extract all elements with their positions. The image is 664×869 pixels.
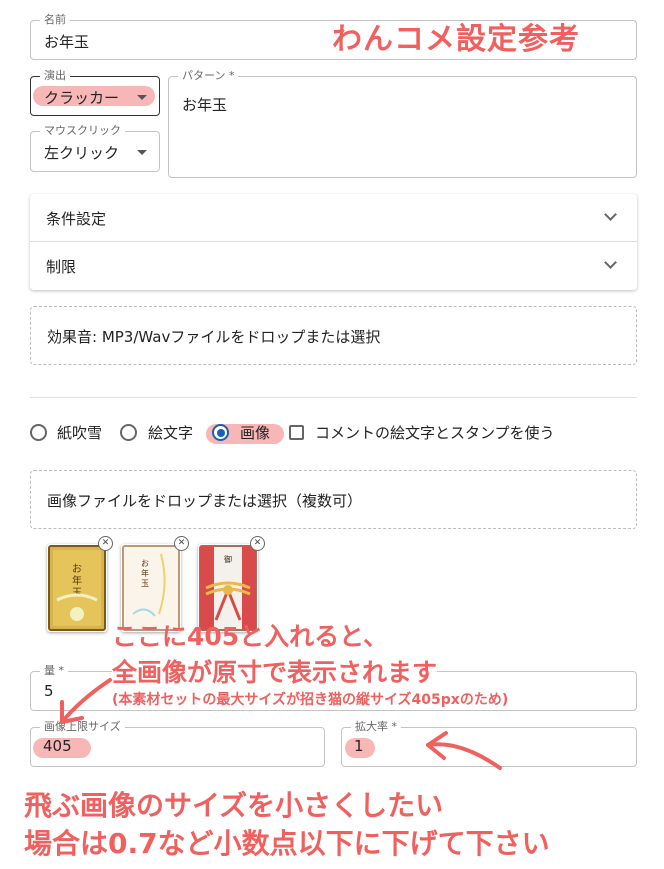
scale-field-value: 1 — [354, 737, 364, 755]
chevron-down-icon — [604, 256, 617, 269]
radio-image[interactable] — [212, 424, 229, 441]
image-dropzone[interactable]: 画像ファイルをドロップまたは選択（複数可） — [30, 470, 637, 529]
sound-dropzone[interactable]: 効果音: MP3/Wavファイルをドロップまたは選択 — [30, 306, 637, 365]
remove-thumbnail-3-icon[interactable]: ✕ — [250, 536, 265, 551]
svg-text:玉: 玉 — [141, 579, 149, 588]
accordion-limits-label: 制限 — [46, 258, 77, 276]
remove-thumbnail-1-icon[interactable]: ✕ — [98, 536, 113, 551]
scale-field-label: 拡大率 * — [351, 720, 401, 734]
annotation-note2-line2: 場合は0.7など小数点以下に下げて下さい — [24, 827, 550, 860]
svg-text:御: 御 — [224, 554, 232, 564]
mouse-click-select-label: マウスクリック — [40, 124, 125, 138]
mouse-click-select-value: 左クリック — [44, 144, 120, 162]
mouse-click-select[interactable]: マウスクリック 左クリック — [30, 124, 160, 172]
use-comment-emoji-label: コメントの絵文字とスタンプを使う — [315, 424, 555, 442]
max-size-field-value: 405 — [43, 737, 72, 755]
svg-text:お: お — [141, 559, 149, 568]
thumbnail-1[interactable]: お 年 玉 — [47, 544, 107, 632]
annotation-note1-line2: 全画像が原寸で表示されます — [112, 653, 438, 689]
accordion-limits[interactable]: 制限 — [30, 242, 637, 290]
radio-emoji[interactable] — [120, 424, 137, 441]
amount-field-value: 5 — [44, 682, 54, 700]
accordion-conditions[interactable]: 条件設定 — [30, 194, 637, 242]
image-dropzone-text: 画像ファイルをドロップまたは選択（複数可） — [47, 492, 363, 510]
svg-text:年: 年 — [72, 574, 82, 587]
radio-image-label: 画像 — [240, 424, 271, 442]
svg-text:お: お — [72, 563, 82, 575]
annotation-note2-line1: 飛ぶ画像のサイズを小さくしたい — [24, 789, 444, 822]
name-field-label: 名前 — [40, 13, 70, 27]
annotation-note1-line3: (本素材セットの最大サイズが招き猫の縦サイズ405pxのため) — [112, 689, 509, 709]
annotation-title: わんコメ設定参考 — [332, 22, 580, 57]
svg-text:年: 年 — [141, 568, 149, 578]
scale-field[interactable]: 拡大率 * — [341, 720, 637, 767]
settings-accordion: 条件設定 制限 — [30, 194, 637, 290]
chevron-down-icon — [137, 150, 147, 155]
section-divider — [30, 397, 637, 398]
effect-select-value: クラッカー — [44, 89, 120, 107]
chevron-down-icon — [137, 95, 147, 100]
sound-dropzone-text: 効果音: MP3/Wavファイルをドロップまたは選択 — [47, 328, 381, 346]
amount-field-label: 量 * — [40, 664, 68, 678]
effect-select-label: 演出 — [40, 69, 70, 83]
pattern-field[interactable]: パターン * お年玉 — [168, 69, 637, 178]
annotation-note1-line1: ここに405と入れると、 — [112, 622, 389, 651]
pattern-field-value: お年玉 — [182, 96, 228, 114]
otoshidama-envelope-gold-icon: お 年 玉 — [48, 545, 106, 631]
max-size-field-label: 画像上限サイズ — [40, 720, 125, 734]
radio-confetti[interactable] — [30, 424, 47, 441]
remove-thumbnail-2-icon[interactable]: ✕ — [174, 536, 189, 551]
pattern-field-label: パターン * — [178, 69, 239, 83]
chevron-down-icon — [604, 208, 617, 221]
effect-select[interactable]: 演出 クラッカー — [30, 69, 160, 116]
radio-emoji-label: 絵文字 — [148, 424, 194, 442]
name-field-value: お年玉 — [44, 33, 90, 51]
use-comment-emoji-checkbox[interactable] — [289, 425, 304, 440]
radio-confetti-label: 紙吹雪 — [57, 424, 103, 442]
accordion-conditions-label: 条件設定 — [46, 210, 107, 228]
